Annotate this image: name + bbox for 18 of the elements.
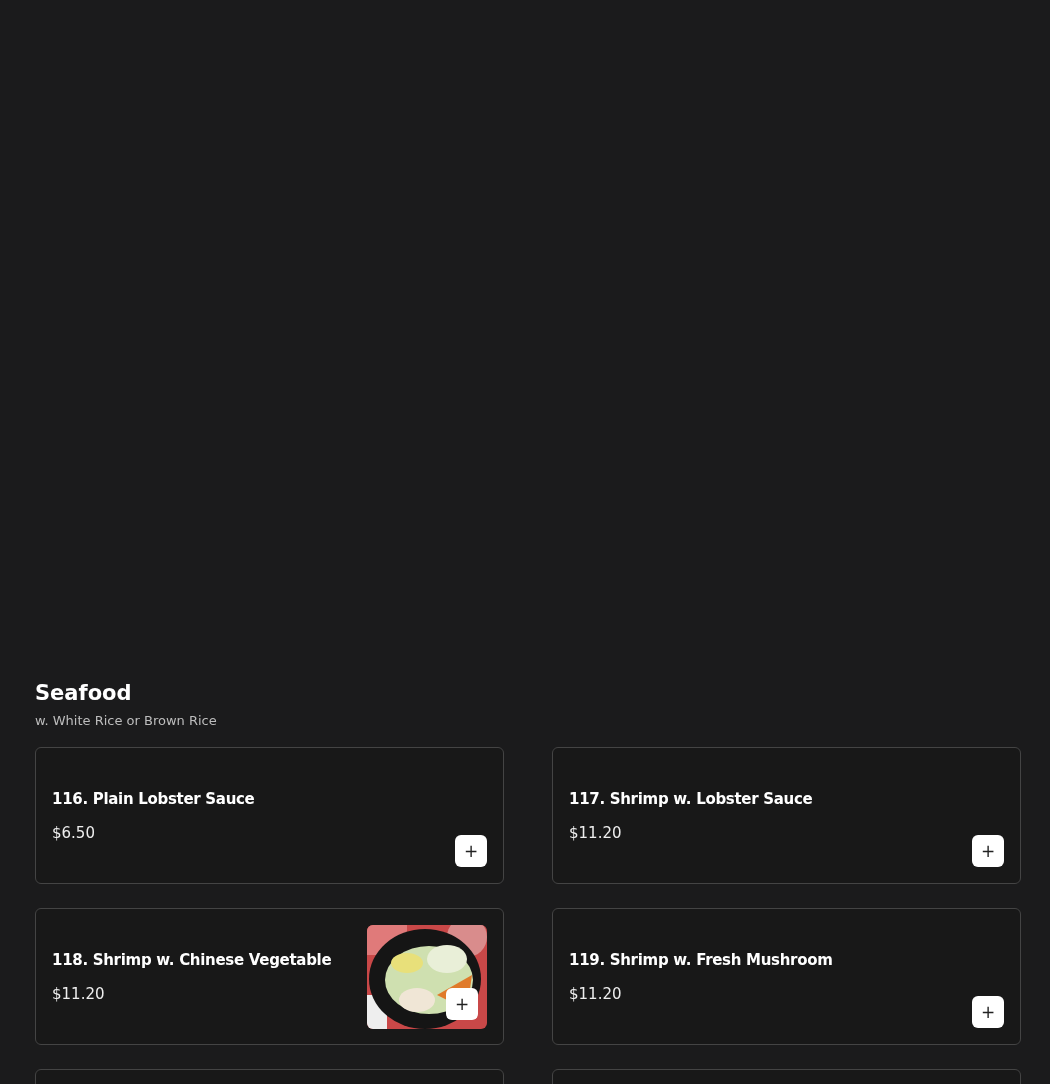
item-price: $11.20 bbox=[569, 823, 623, 842]
menu-item-card[interactable]: 119. Shrimp w. Fresh Mushroom $11.20 + bbox=[552, 908, 1021, 1045]
item-name: 118. Shrimp w. Chinese Vegetable bbox=[52, 950, 333, 969]
item-price: $11.20 bbox=[52, 984, 106, 1003]
menu-item-card[interactable]: 116. Plain Lobster Sauce $6.50 + bbox=[35, 747, 504, 884]
menu-item-card[interactable]: 118. Shrimp w. Chinese Vegetable $11.20 + bbox=[35, 908, 504, 1045]
section-subtitle: w. White Rice or Brown Rice bbox=[35, 713, 218, 728]
menu-item-card[interactable]: 117. Shrimp w. Lobster Sauce $11.20 + bbox=[552, 747, 1021, 884]
add-button[interactable]: + bbox=[446, 988, 478, 1020]
add-button[interactable]: + bbox=[972, 835, 1004, 867]
item-price: $11.20 bbox=[569, 984, 623, 1003]
item-price: $6.50 bbox=[52, 823, 96, 842]
item-name: 116. Plain Lobster Sauce bbox=[52, 789, 256, 808]
item-name: 119. Shrimp w. Fresh Mushroom bbox=[569, 950, 834, 969]
add-button[interactable]: + bbox=[455, 835, 487, 867]
add-button[interactable]: + bbox=[972, 996, 1004, 1028]
item-name: 117. Shrimp w. Lobster Sauce bbox=[569, 789, 814, 808]
section-title: Seafood bbox=[35, 680, 132, 706]
